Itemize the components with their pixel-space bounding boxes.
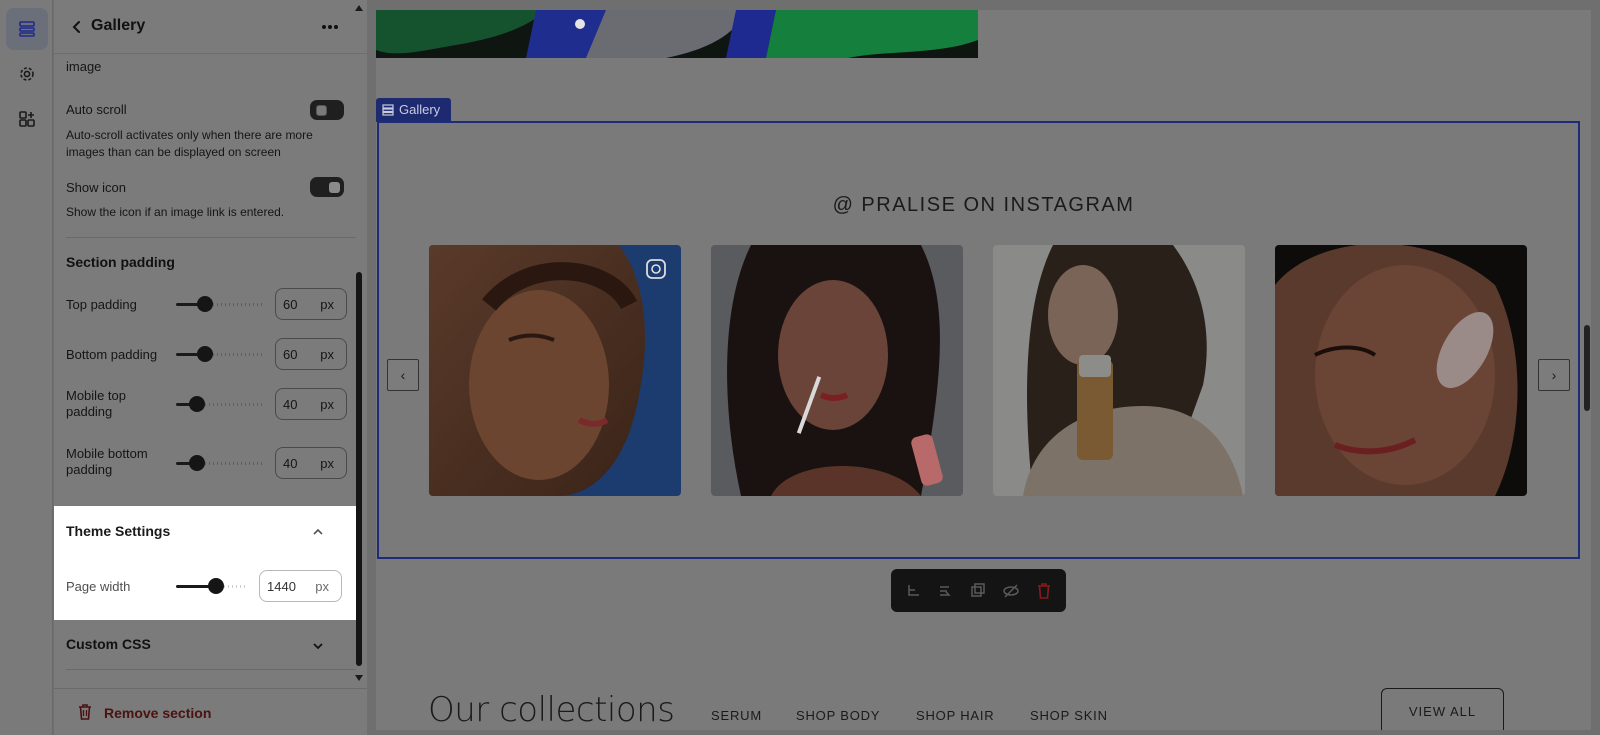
theme-settings-panel: Theme Settings Page width 1440 px: [54, 506, 356, 620]
remove-section-button[interactable]: Remove section: [54, 688, 367, 735]
remove-section-label: Remove section: [104, 705, 212, 721]
bottom-padding-slider[interactable]: [176, 346, 264, 362]
chevron-down-icon[interactable]: [311, 639, 325, 653]
trash-icon: [79, 704, 91, 720]
scroll-down-arrow-icon[interactable]: [355, 675, 363, 681]
gallery-tag-label: Gallery: [399, 102, 441, 117]
page-width-input[interactable]: 1440 px: [259, 570, 342, 602]
move-down-icon[interactable]: [937, 582, 955, 600]
top-padding-slider[interactable]: [176, 296, 264, 312]
duplicate-icon[interactable]: [969, 582, 987, 600]
show-icon-toggle[interactable]: [310, 177, 344, 197]
sections-icon[interactable]: [6, 8, 48, 50]
scroll-up-arrow-icon[interactable]: [355, 5, 363, 11]
more-options-icon[interactable]: [318, 17, 342, 37]
mobile-bottom-padding-label: Mobile bottom padding: [66, 446, 148, 477]
page-width-label: Page width: [66, 579, 131, 594]
bottom-padding-input[interactable]: 60 px: [275, 338, 347, 370]
bottom-padding-label: Bottom padding: [66, 347, 158, 362]
theme-settings-heading[interactable]: Theme Settings: [66, 523, 170, 539]
chevron-up-icon[interactable]: [311, 525, 325, 539]
icon-rail: [0, 0, 53, 735]
top-padding-label: Top padding: [66, 297, 137, 312]
settings-panel: Gallery image Auto scroll Auto-scroll ac…: [54, 0, 367, 735]
show-icon-label: Show icon: [66, 180, 126, 195]
tab-shop-hair[interactable]: SHOP HAIR: [916, 708, 994, 723]
tab-serum[interactable]: SERUM: [711, 708, 762, 723]
tab-shop-body[interactable]: SHOP BODY: [796, 708, 880, 723]
apps-icon[interactable]: [6, 98, 48, 140]
mobile-top-padding-input[interactable]: 40 px: [275, 388, 347, 420]
hide-icon[interactable]: [1002, 582, 1020, 600]
top-padding-input[interactable]: 60 px: [275, 288, 347, 320]
section-toolbar: [891, 569, 1066, 612]
divider: [66, 669, 356, 670]
divider: [66, 237, 356, 238]
mobile-bottom-padding-input[interactable]: 40 px: [275, 447, 347, 479]
partial-field-label: image: [66, 59, 102, 74]
mobile-bottom-padding-slider[interactable]: [176, 455, 264, 471]
gallery-section-icon: [382, 104, 394, 116]
panel-header: Gallery: [54, 0, 367, 54]
preview-scrollbar[interactable]: [1584, 325, 1590, 411]
back-arrow-icon[interactable]: [66, 16, 88, 38]
move-up-icon[interactable]: [905, 582, 923, 600]
auto-scroll-description: Auto-scroll activates only when there ar…: [66, 128, 313, 159]
page-width-slider[interactable]: [176, 578, 248, 594]
custom-css-heading[interactable]: Custom CSS: [66, 636, 151, 652]
previous-section-image: [376, 10, 978, 58]
mobile-top-padding-label: Mobile top padding: [66, 388, 126, 419]
gallery-section-tag[interactable]: Gallery: [376, 98, 451, 122]
section-padding-heading: Section padding: [66, 254, 175, 270]
gallery-selection-frame[interactable]: [377, 121, 1580, 559]
tab-shop-skin[interactable]: SHOP SKIN: [1030, 708, 1108, 723]
show-icon-description: Show the icon if an image link is entere…: [66, 205, 285, 219]
panel-scrollbar[interactable]: [356, 272, 362, 666]
settings-gear-icon[interactable]: [6, 53, 48, 95]
view-all-button[interactable]: VIEW ALL: [1381, 688, 1504, 730]
auto-scroll-label: Auto scroll: [66, 102, 127, 117]
panel-title: Gallery: [91, 17, 146, 34]
mobile-top-padding-slider[interactable]: [176, 396, 264, 412]
collections-title: Our collections: [428, 690, 675, 730]
auto-scroll-toggle[interactable]: [310, 100, 344, 120]
delete-icon[interactable]: [1035, 582, 1053, 600]
